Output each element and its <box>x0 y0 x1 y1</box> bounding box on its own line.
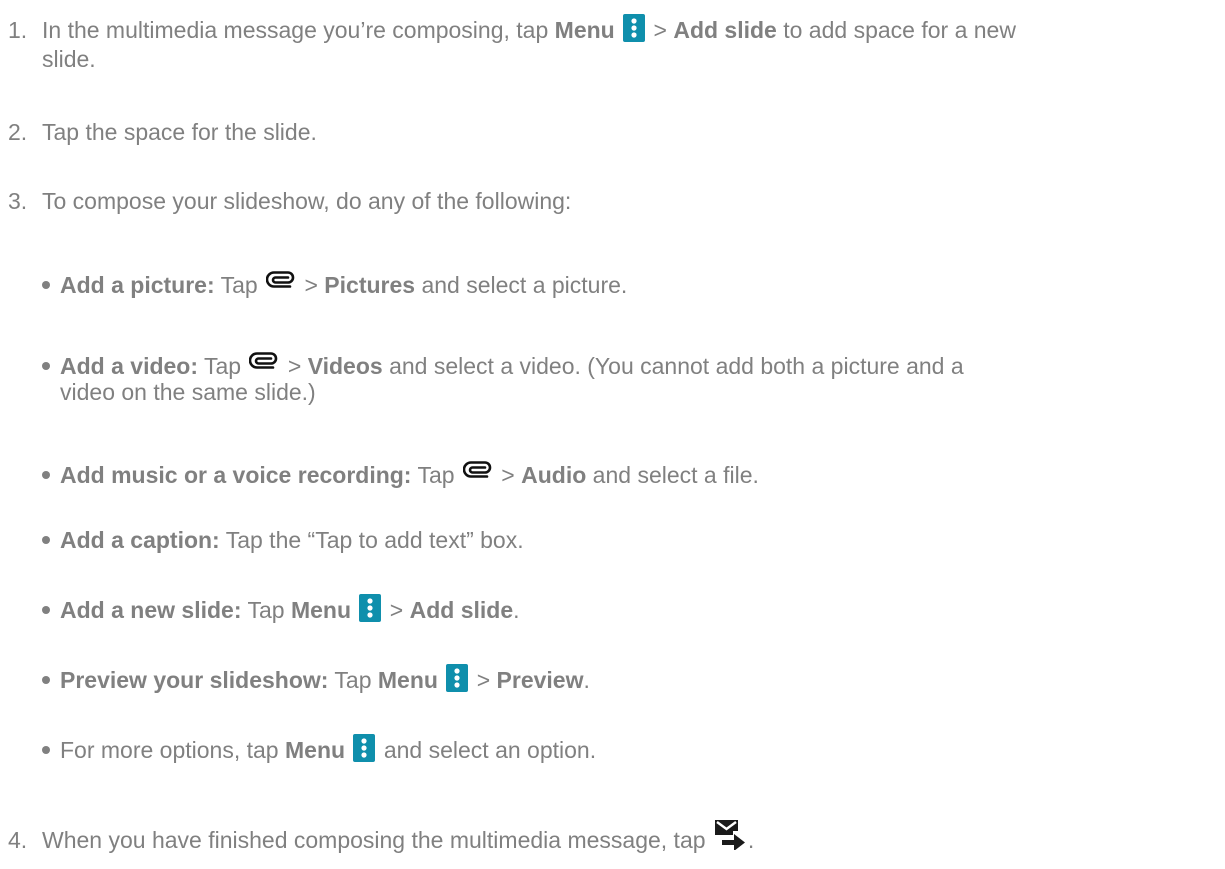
bullet-text: Tap <box>411 462 461 488</box>
step-number: 1. <box>8 17 28 43</box>
bullet-label: Add music or a voice recording: <box>60 462 412 488</box>
bullet-dot <box>42 675 50 684</box>
bullet-text: and select an option. <box>377 737 597 763</box>
bullet-label: Add a picture: <box>60 272 215 298</box>
bullet-text: Tap <box>328 667 378 693</box>
bullet-text: . <box>583 667 590 693</box>
separator: > <box>470 667 497 693</box>
bullet-add-video-line-2: video on the same slide.) <box>60 377 316 407</box>
step-3: 3. To compose your slideshow, do any of t… <box>8 186 571 216</box>
menu-label: Menu <box>377 667 438 693</box>
menu-icon <box>446 664 469 692</box>
step-text: slide. <box>42 46 96 72</box>
target-label: Add slide <box>409 597 514 623</box>
separator: > <box>647 17 674 43</box>
bullet-text: video on the same slide.) <box>60 379 316 405</box>
menu-icon <box>359 594 382 622</box>
bullet-dot <box>42 605 50 614</box>
bullet-label: Preview your slideshow: <box>60 667 329 693</box>
bullet-more-options: For more options, tap Menu and select an… <box>42 734 596 765</box>
bullet-label: Add a video: <box>60 353 199 379</box>
step-number: 3. <box>8 188 28 214</box>
step-text: In the multimedia message you’re composi… <box>42 17 555 43</box>
menu-label: Menu <box>290 597 351 623</box>
paperclip-icon <box>265 266 296 296</box>
step-2: 2. Tap the space for the slide. <box>8 117 317 147</box>
step-text: . <box>747 827 755 853</box>
bullet-text: Tap the “Tap to add text” box. <box>219 527 524 553</box>
bullet-text: and select a file. <box>586 462 759 488</box>
menu-icon <box>353 734 376 762</box>
separator: > <box>383 597 410 623</box>
menu-icon <box>623 14 646 42</box>
target-label: Videos <box>307 353 383 379</box>
bullet-dot <box>42 361 50 370</box>
target-label: Pictures <box>324 272 416 298</box>
step-text: To compose your slideshow, do any of the… <box>42 188 572 214</box>
bullet-text: . <box>513 597 520 623</box>
bullet-text: For more options, tap <box>60 737 285 763</box>
bullet-add-audio: Add music or a voice recording: Tap > Au… <box>42 456 759 490</box>
target-label: Audio <box>521 462 587 488</box>
target-label: Add slide <box>673 17 777 43</box>
step-1-line-2: slide. <box>42 44 96 74</box>
bullet-add-video: Add a video: Tap > Videos and select a v… <box>42 347 964 381</box>
bullet-text: Tap <box>214 272 265 298</box>
bullet-dot <box>42 470 50 479</box>
step-number: 2. <box>8 119 28 145</box>
step-number: 4. <box>8 827 28 853</box>
bullet-text: and select a video. (You cannot add both… <box>382 353 964 379</box>
bullet-dot <box>42 745 50 754</box>
paperclip-icon <box>462 456 493 486</box>
bullet-label: Add a caption: <box>60 527 220 553</box>
bullet-text: Tap <box>241 597 291 623</box>
step-text: When you have finished composing the mul… <box>42 827 712 853</box>
step-4: 4. When you have finished composing the m… <box>8 818 754 857</box>
bullet-dot <box>42 535 50 544</box>
menu-label: Menu <box>554 17 615 43</box>
bullet-text: Tap <box>198 353 248 379</box>
bullet-text: and select a picture. <box>415 272 628 298</box>
separator: > <box>281 353 308 379</box>
bullet-add-caption: Add a caption: Tap the “Tap to add text”… <box>42 525 524 555</box>
target-label: Preview <box>496 667 584 693</box>
separator: > <box>298 272 325 298</box>
send-mms-icon <box>712 818 748 857</box>
paperclip-icon <box>249 347 279 377</box>
bullet-dot <box>42 280 50 289</box>
bullet-preview-slideshow: Preview your slideshow: Tap Menu > Previ… <box>42 664 590 695</box>
bullet-label: Add a new slide: <box>60 597 242 623</box>
bullet-add-new-slide: Add a new slide: Tap Menu > Add slide. <box>42 594 520 625</box>
step-text: to add space for a new <box>776 17 1016 43</box>
step-text: Tap the space for the slide. <box>42 119 317 145</box>
separator: > <box>494 462 522 488</box>
menu-label: Menu <box>285 737 346 763</box>
step-1-line-1: 1. In the multimedia message you’re compo… <box>8 14 1016 45</box>
bullet-add-picture: Add a picture: Tap > Pictures and select… <box>42 266 627 300</box>
